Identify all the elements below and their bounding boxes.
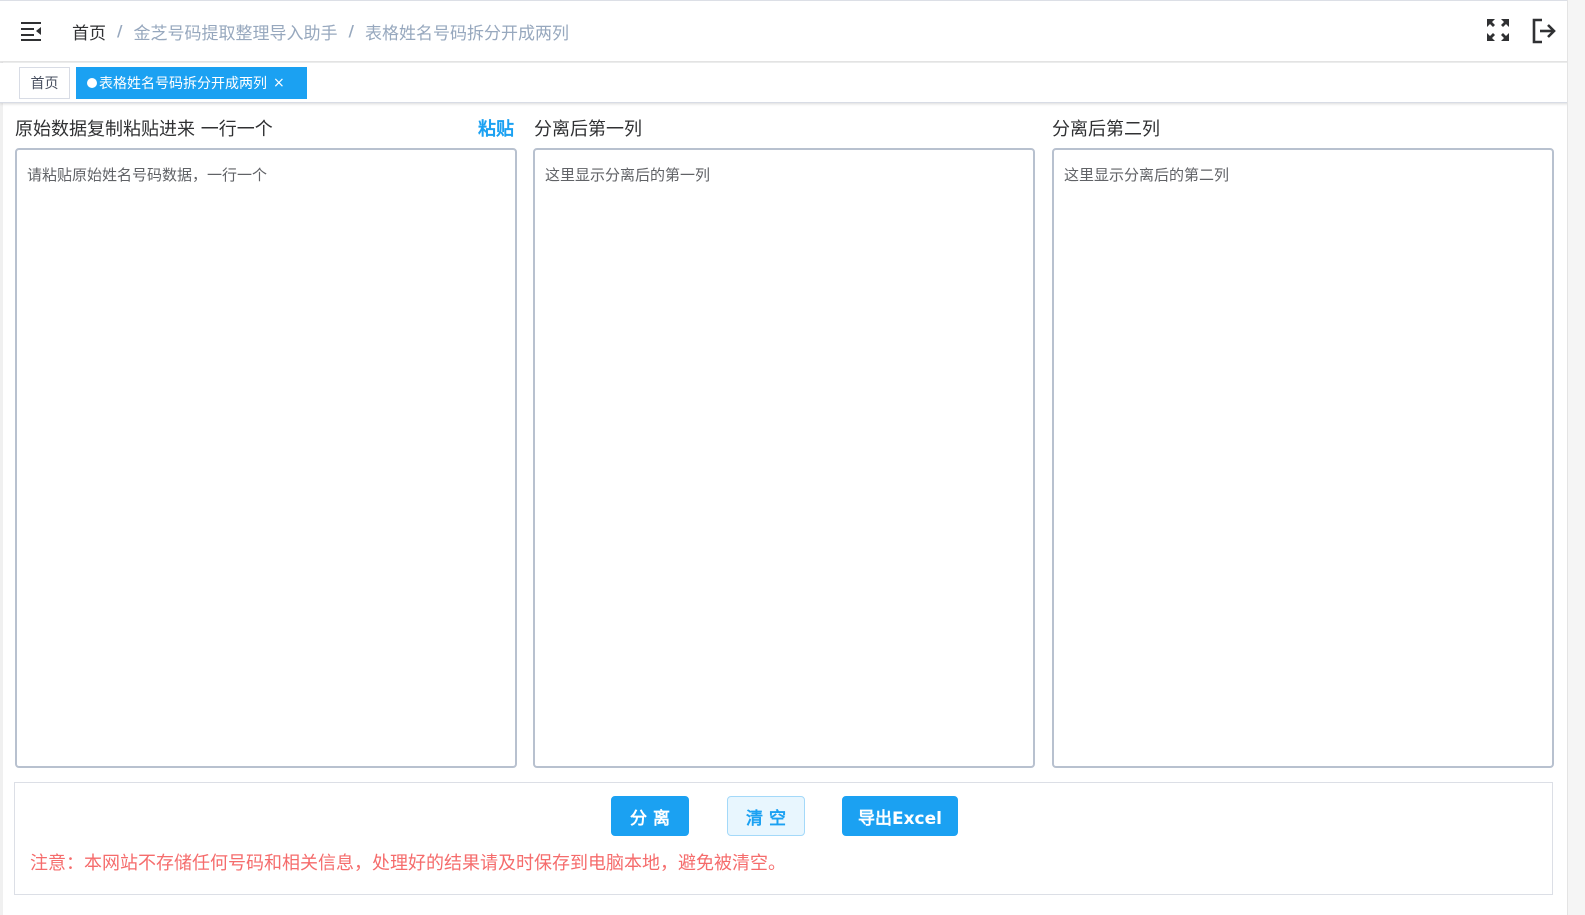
output-column-1-label: 分离后第一列 (534, 119, 642, 140)
breadcrumb-home[interactable]: 首页 (72, 19, 106, 44)
tag-current-label: 表格姓名号码拆分开成两列 (99, 76, 267, 92)
split-button[interactable]: 分 离 (611, 796, 689, 836)
breadcrumb-separator: / (117, 22, 123, 40)
tag-close-icon[interactable]: × (273, 76, 285, 90)
tag-current-page[interactable]: 表格姓名号码拆分开成两列 × (76, 67, 307, 99)
paste-button[interactable]: 粘贴 (478, 115, 514, 141)
input-data-textarea[interactable] (15, 148, 517, 768)
breadcrumb-separator: / (348, 22, 354, 40)
breadcrumb: 首页 / 金芝号码提取整理导入助手 / 表格姓名号码拆分开成两列 (72, 19, 569, 44)
top-navbar: 首页 / 金芝号码提取整理导入助手 / 表格姓名号码拆分开成两列 (0, 0, 1585, 62)
page-scrollbar[interactable] (1567, 0, 1585, 915)
output-column-2-textarea[interactable] (1052, 148, 1554, 768)
sidebar-edge (0, 0, 3, 915)
action-panel: 分 离 清 空 导出Excel 注意：本网站不存储任何号码和相关信息，处理好的结… (14, 782, 1553, 895)
input-column-label: 原始数据复制粘贴进来 一行一个 (15, 119, 273, 140)
clear-button[interactable]: 清 空 (727, 796, 805, 836)
breadcrumb-parent: 金芝号码提取整理导入助手 (133, 23, 338, 44)
app-root: 首页 / 金芝号码提取整理导入助手 / 表格姓名号码拆分开成两列 首页 表格姓名… (0, 0, 1585, 915)
output-column-2-label: 分离后第二列 (1052, 119, 1160, 140)
export-excel-button[interactable]: 导出Excel (842, 796, 958, 836)
logout-icon[interactable] (1531, 18, 1557, 44)
privacy-notice: 注意：本网站不存储任何号码和相关信息，处理好的结果请及时保存到电脑本地，避免被清… (30, 853, 786, 874)
fullscreen-icon[interactable] (1486, 18, 1510, 42)
tags-view-bar: 首页 表格姓名号码拆分开成两列 × (0, 63, 1585, 103)
hamburger-menu-icon[interactable] (21, 21, 43, 41)
active-dot-icon (87, 78, 97, 88)
tag-home[interactable]: 首页 (19, 67, 70, 99)
breadcrumb-current: 表格姓名号码拆分开成两列 (364, 23, 569, 44)
tag-home-label: 首页 (30, 76, 59, 92)
output-column-1-textarea[interactable] (533, 148, 1035, 768)
